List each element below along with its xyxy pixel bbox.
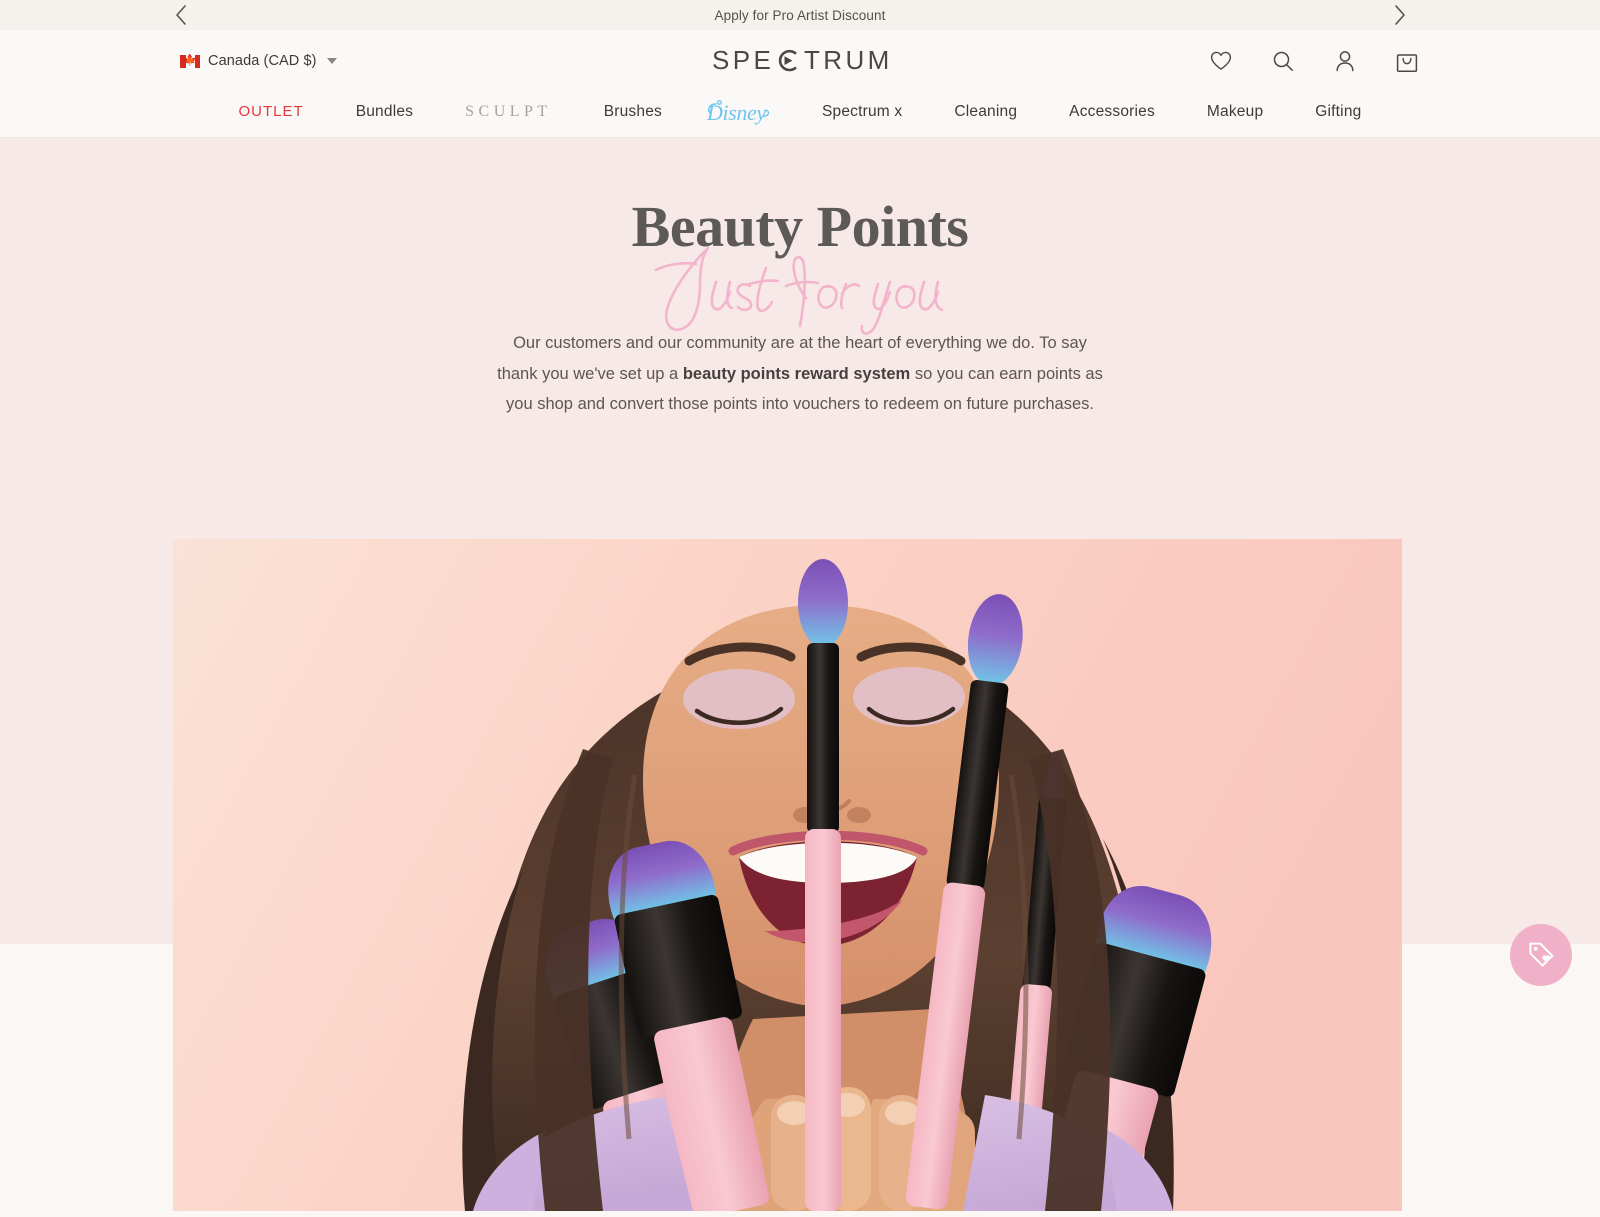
disney-logo-icon: Disney <box>706 100 770 125</box>
canada-flag-icon: 🍁 <box>180 54 200 68</box>
svg-text:SPE: SPE <box>712 46 774 75</box>
nav-item-makeup[interactable]: Makeup <box>1181 103 1289 121</box>
spectrum-wordmark: SPE TRUM <box>712 46 888 75</box>
hero-heading-block: Beauty Points <box>0 194 1600 335</box>
nav-item-spectrum-x[interactable]: Spectrum x <box>796 103 928 121</box>
nav-item-brushes[interactable]: Brushes <box>578 103 688 121</box>
rewards-tag-icon <box>1529 942 1554 967</box>
hero-photo-illustration <box>173 539 1402 1211</box>
nav-item-cleaning[interactable]: Cleaning <box>928 103 1043 121</box>
hero-description-bold: beauty points reward system <box>682 364 911 383</box>
cart-icon[interactable] <box>1394 48 1420 74</box>
locale-label: Canada (CAD $) <box>208 53 317 69</box>
announcement-prev-button[interactable] <box>160 0 200 30</box>
beauty-points-section: Beauty Points Our customers and our comm… <box>0 138 1600 1211</box>
nav-item-outlet[interactable]: OUTLET <box>213 103 330 120</box>
account-icon[interactable] <box>1332 48 1358 74</box>
announcement-bar: Apply for Pro Artist Discount <box>0 0 1600 30</box>
hero-description: Our customers and our community are at t… <box>495 328 1105 420</box>
nav-item-disney[interactable]: Disney <box>688 97 796 127</box>
announcement-text[interactable]: Apply for Pro Artist Discount <box>715 8 886 23</box>
chevron-down-icon <box>326 58 337 64</box>
locale-selector[interactable]: 🍁 Canada (CAD $) <box>180 53 337 69</box>
site-logo[interactable]: SPE TRUM <box>712 46 888 76</box>
nav-item-bundles[interactable]: Bundles <box>330 103 439 121</box>
site-header: 🍁 Canada (CAD $) SPE TRUM <box>0 30 1600 92</box>
wishlist-icon[interactable] <box>1208 48 1234 74</box>
chevron-right-icon <box>1394 5 1405 25</box>
chevron-left-icon <box>175 5 186 25</box>
nav-item-sculpt[interactable]: SCULPT <box>439 103 578 121</box>
header-icon-group <box>1208 48 1420 74</box>
svg-text:TRUM: TRUM <box>804 46 888 75</box>
search-icon[interactable] <box>1270 48 1296 74</box>
main-navigation: OUTLET Bundles SCULPT Brushes Disney Spe… <box>0 92 1600 138</box>
page-title: Beauty Points <box>631 194 969 259</box>
announcement-next-button[interactable] <box>1380 0 1420 30</box>
nav-item-gifting[interactable]: Gifting <box>1289 103 1387 121</box>
nav-item-accessories[interactable]: Accessories <box>1043 103 1181 121</box>
hero-image <box>173 539 1402 1211</box>
rewards-launcher-button[interactable] <box>1510 924 1572 986</box>
